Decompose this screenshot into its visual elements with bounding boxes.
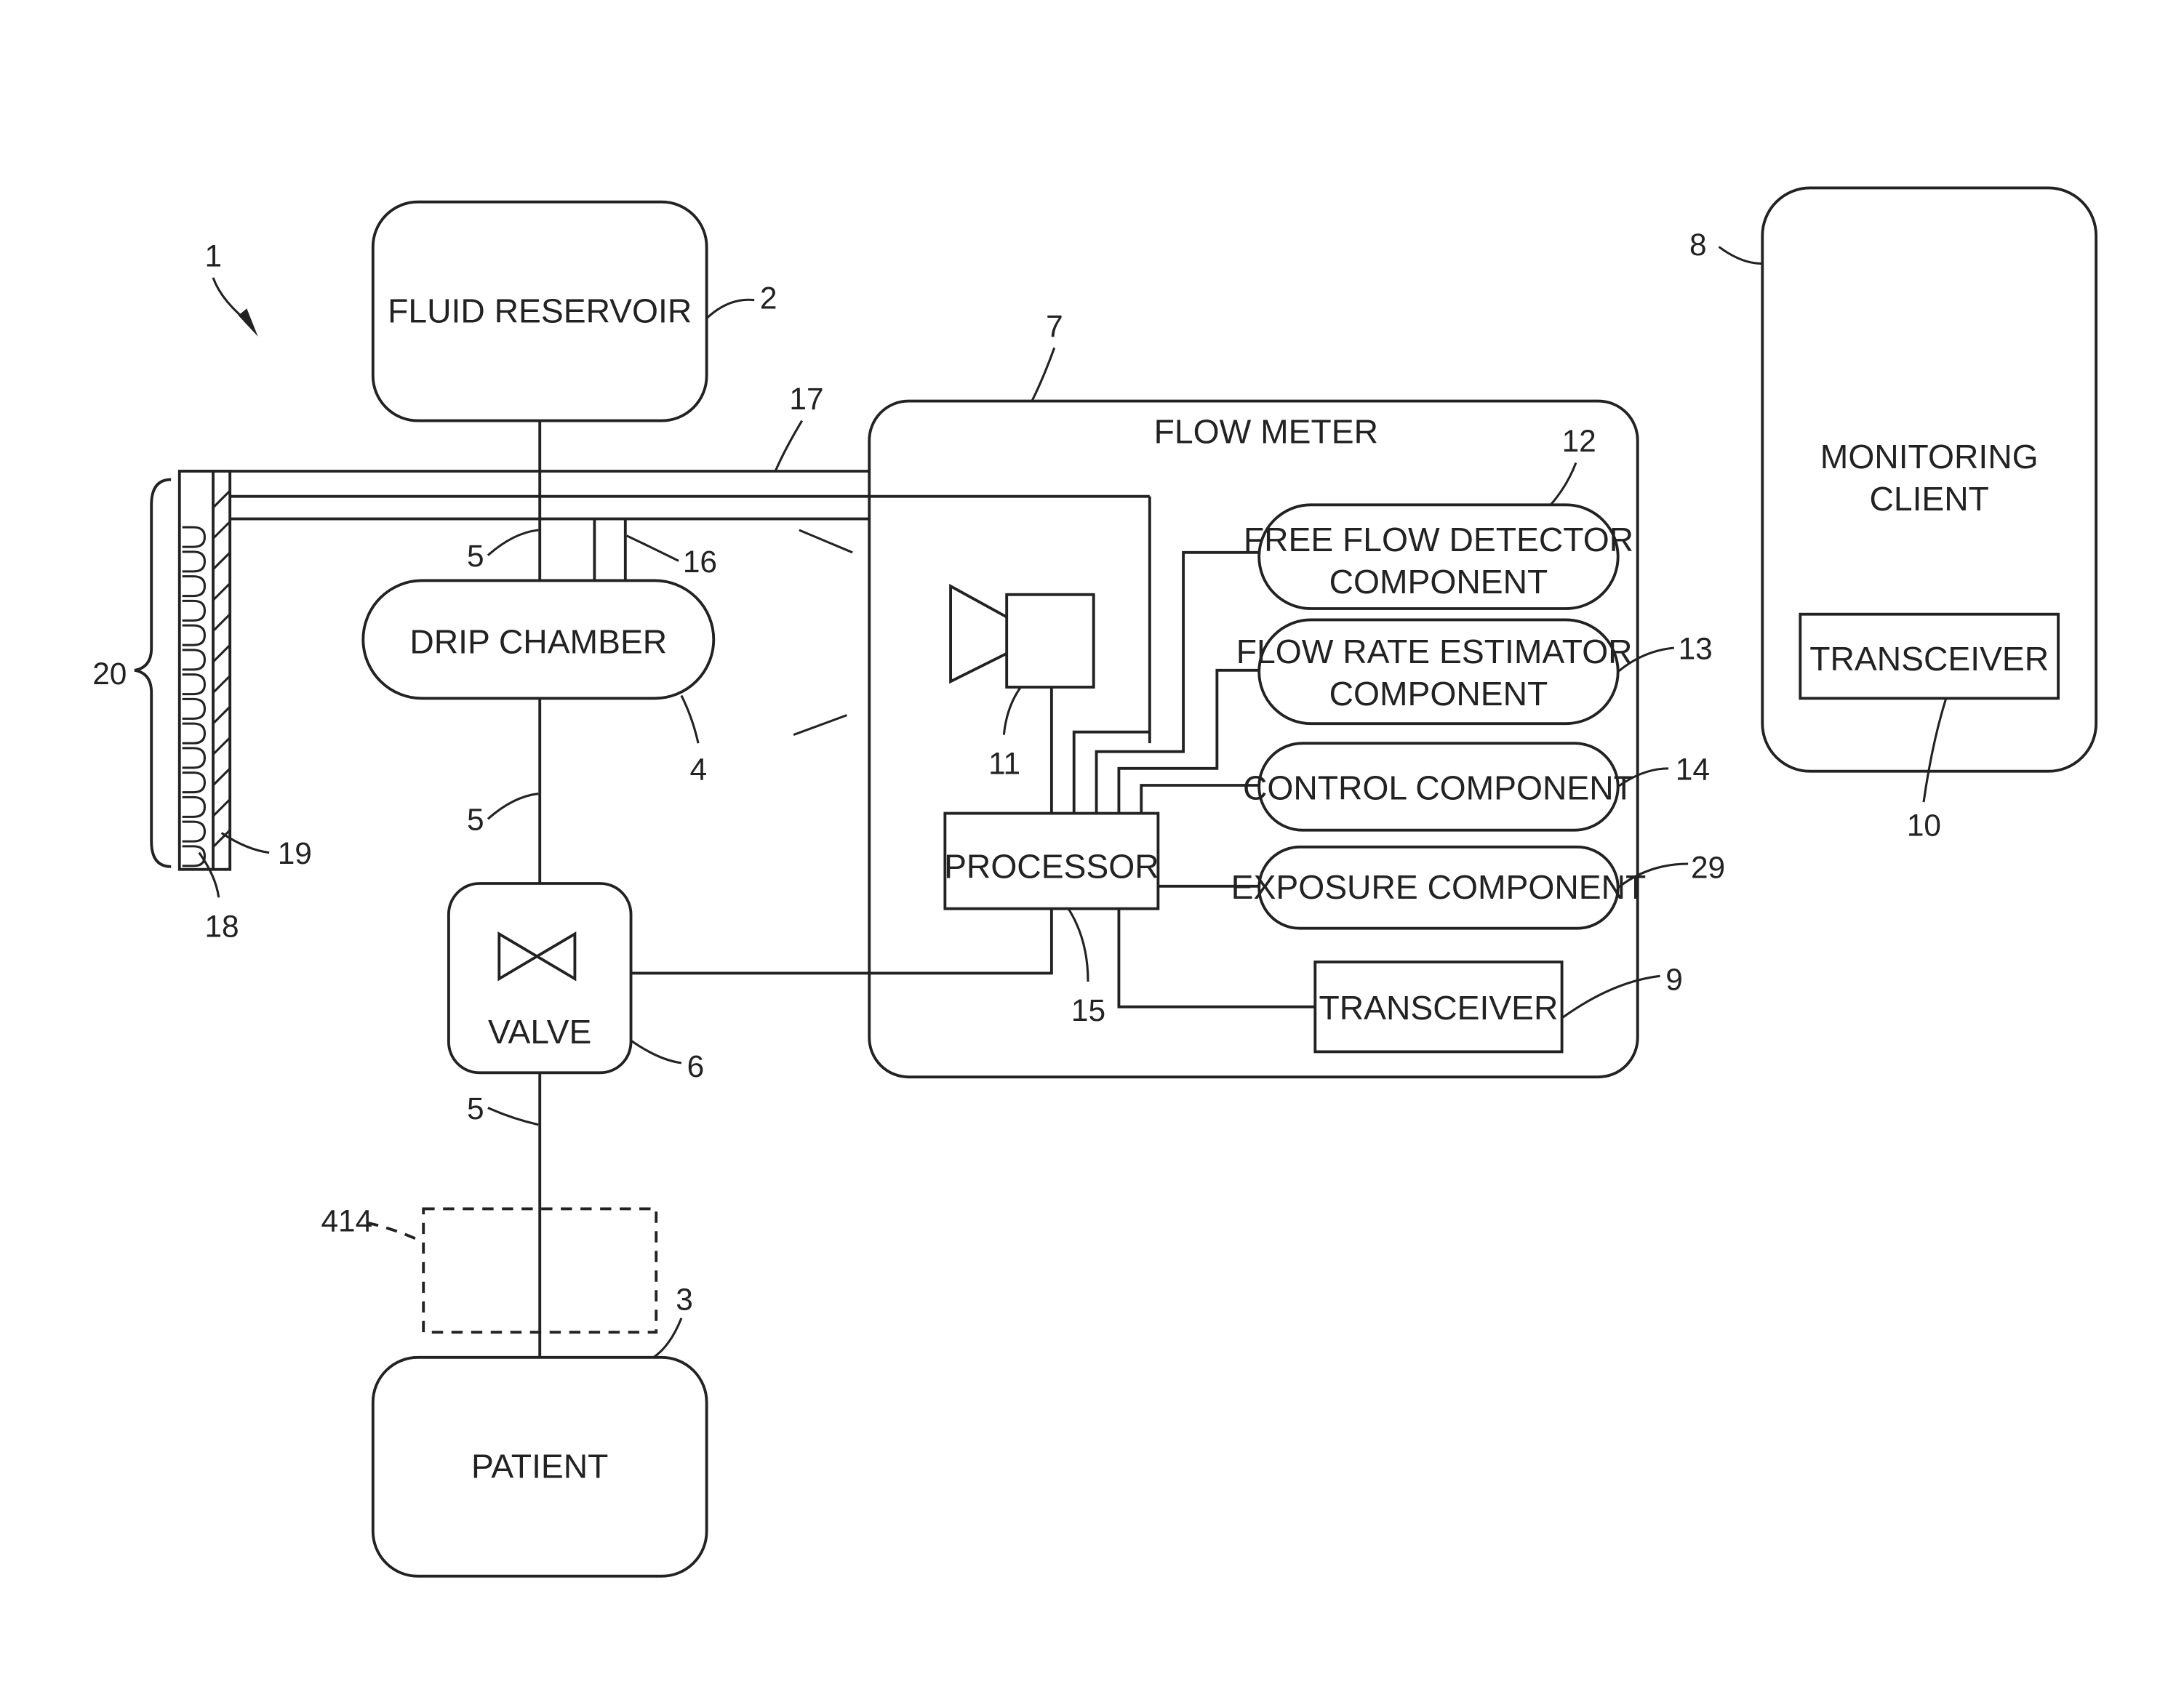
- ref-5-c: 5: [467, 1091, 484, 1126]
- fluid-reservoir: FLUID RESERVOIR 2: [371, 200, 777, 422]
- exposure-component-label: EXPOSURE COMPONENT: [1231, 868, 1647, 906]
- valve-label: VALVE: [488, 1013, 591, 1051]
- camera-view-line-bottom: [793, 714, 847, 737]
- flow-meter-label: FLOW METER: [1154, 412, 1378, 450]
- flow-meter-transceiver-label: TRANSCEIVER: [1319, 989, 1558, 1027]
- camera-view-line-top: [799, 529, 853, 554]
- ref-17: 17: [789, 382, 823, 416]
- camera-lens-icon: [949, 583, 1008, 684]
- ref-19: 19: [278, 836, 312, 870]
- control-component-label: CONTROL COMPONENT: [1243, 769, 1634, 806]
- ref-14: 14: [1676, 752, 1710, 786]
- valve: VALVE 6: [447, 882, 705, 1083]
- exposure-component: EXPOSURE COMPONENT 29: [1231, 845, 1725, 930]
- coupler: 16: [593, 518, 717, 581]
- ref-13: 13: [1679, 631, 1713, 665]
- ref-12: 12: [1562, 424, 1596, 458]
- transceiver-9-leader: [1561, 974, 1660, 1019]
- ref-1: 1: [204, 238, 222, 273]
- fluid-reservoir-label: FLUID RESERVOIR: [388, 292, 692, 330]
- wire-free-flow: [1095, 550, 1260, 814]
- background-pattern: 20 19 18: [92, 470, 312, 943]
- ref-15: 15: [1071, 993, 1105, 1027]
- ref-18: 18: [204, 909, 239, 943]
- monitoring-client: MONITORING CLIENT 8 TRANSCEIVER 10: [1689, 186, 2098, 842]
- fluid-reservoir-leader: [705, 298, 755, 319]
- ref-8: 8: [1689, 228, 1707, 262]
- support-leader: [774, 420, 804, 472]
- processor-leader: [1067, 907, 1089, 982]
- ref-5-a: 5: [467, 539, 484, 573]
- ref-16: 16: [683, 545, 717, 579]
- ref-4: 4: [689, 752, 707, 786]
- camera-leader: [1002, 686, 1022, 735]
- flow-rate-estimator-label-2: COMPONENT: [1329, 675, 1548, 713]
- camera: 11: [949, 583, 1095, 814]
- wire-control: [1140, 784, 1260, 814]
- ref-3: 3: [676, 1282, 693, 1316]
- flow-rate-estimator: FLOW RATE ESTIMATOR COMPONENT 13: [1236, 618, 1713, 726]
- brace-icon: [134, 478, 172, 868]
- processor-label: PROCESSOR: [944, 847, 1159, 885]
- free-flow-detector: FREE FLOW DETECTOR COMPONENT 12: [1244, 424, 1633, 610]
- ref-414: 414: [321, 1203, 372, 1238]
- tube-leader-1: [487, 529, 539, 556]
- arrow-head-icon: [238, 308, 258, 337]
- coupler-leader: [626, 534, 679, 562]
- wire-support: [1072, 730, 1150, 814]
- tube-leader-2: [487, 793, 539, 820]
- flow-rate-estimator-label-1: FLOW RATE ESTIMATOR: [1236, 633, 1633, 670]
- monitoring-client-label-1: MONITORING: [1820, 438, 2039, 476]
- optional-device: 414: [321, 1203, 658, 1334]
- system-ref: 1: [204, 238, 258, 337]
- valve-processor-line: [631, 908, 1053, 975]
- flow-meter-transceiver: TRANSCEIVER 9: [1313, 961, 1683, 1054]
- ref-20: 20: [92, 657, 127, 691]
- flow-meter-leader: [1031, 347, 1056, 402]
- free-flow-detector-label-2: COMPONENT: [1329, 563, 1548, 601]
- monitoring-client-leader: [1718, 246, 1763, 265]
- free-flow-detector-label-1: FREE FLOW DETECTOR: [1244, 521, 1633, 558]
- flow-meter: FLOW METER 7 11 PROCESSOR 15 FREE FLOW D…: [868, 309, 1725, 1079]
- monitoring-client-label-2: CLIENT: [1869, 480, 1988, 518]
- tube-leader-3: [487, 1107, 539, 1126]
- ref-9: 9: [1665, 963, 1683, 997]
- camera-body: [1005, 593, 1095, 689]
- patient-label: PATIENT: [471, 1448, 608, 1486]
- control-component: CONTROL COMPONENT 14: [1243, 742, 1710, 832]
- ref-10: 10: [1907, 808, 1941, 842]
- free-flow-leader: [1550, 462, 1577, 506]
- ref-7: 7: [1046, 309, 1063, 343]
- ref-11: 11: [988, 747, 1020, 781]
- ref-2: 2: [760, 281, 777, 315]
- client-transceiver-label: TRANSCEIVER: [1809, 640, 2049, 678]
- ref-29: 29: [1691, 850, 1725, 884]
- drip-chamber-label: DRIP CHAMBER: [409, 623, 667, 661]
- optional-device-leader: [367, 1221, 419, 1241]
- wire-flow-rate: [1117, 668, 1260, 814]
- flow-meter-diagram: 1 FLUID RESERVOIR 2 17 20 19 18 5 16 DRI…: [92, 186, 2098, 1578]
- ref-5-b: 5: [467, 803, 484, 837]
- ref-6: 6: [687, 1049, 705, 1083]
- patient-leader: [652, 1318, 683, 1359]
- valve-leader: [630, 1039, 682, 1065]
- drip-chamber-leader: [680, 694, 700, 744]
